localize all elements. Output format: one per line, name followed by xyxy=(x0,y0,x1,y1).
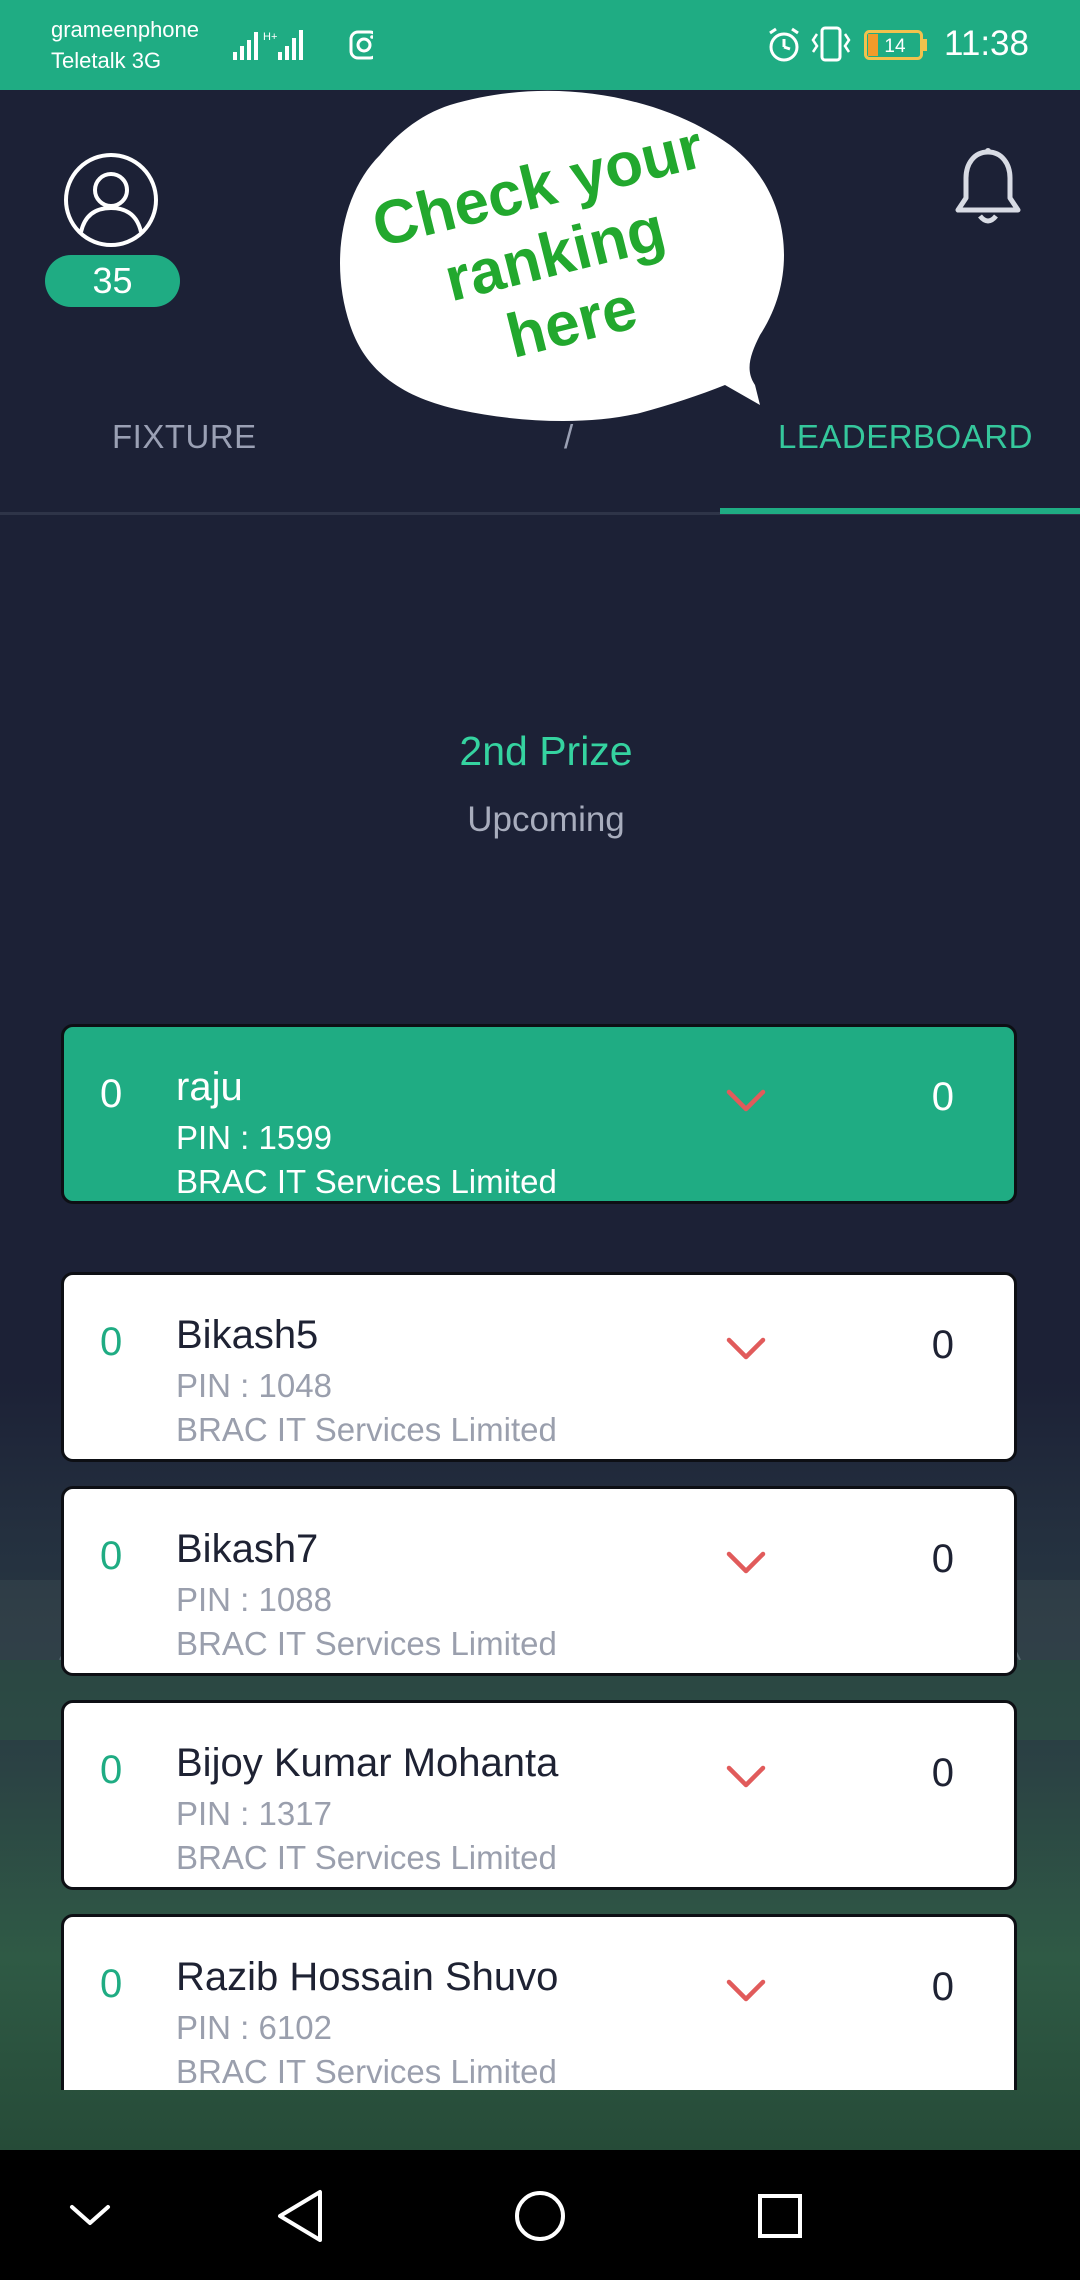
row-name: Bikash7 xyxy=(176,1527,319,1571)
row-name: raju xyxy=(176,1065,243,1109)
tab-leaderboard[interactable]: LEADERBOARD xyxy=(778,418,1033,456)
row-name: Bikash5 xyxy=(176,1313,319,1357)
row-rank: 0 xyxy=(100,1748,123,1792)
avatar-icon[interactable] xyxy=(63,152,159,248)
bell-icon[interactable] xyxy=(950,146,1026,230)
nav-collapse-icon[interactable] xyxy=(30,2150,150,2280)
leaderboard-row[interactable]: 0 Razib Hossain Shuvo PIN : 6102 BRAC IT… xyxy=(61,1914,1017,2090)
prize-status: Upcoming xyxy=(467,800,625,839)
signal-icon: H+ xyxy=(233,30,373,60)
leaderboard-row[interactable]: 0 Bijoy Kumar Mohanta PIN : 1317 BRAC IT… xyxy=(61,1700,1017,1890)
prize-title: 2nd Prize xyxy=(459,728,633,774)
row-rank: 0 xyxy=(100,1072,123,1116)
system-nav-bar xyxy=(0,2150,1080,2280)
recents-icon[interactable] xyxy=(720,2150,840,2280)
leaderboard-row[interactable]: 0 Bikash5 PIN : 1048 BRAC IT Services Li… xyxy=(61,1272,1017,1462)
chevron-down-icon xyxy=(726,1089,766,1112)
svg-text:H+: H+ xyxy=(263,31,277,43)
tab-indicator xyxy=(720,508,1080,514)
row-rank: 0 xyxy=(100,1320,123,1364)
back-icon[interactable] xyxy=(240,2150,360,2280)
row-org: BRAC IT Services Limited xyxy=(176,1625,557,1662)
row-score: 0 xyxy=(931,1075,954,1119)
row-org: BRAC IT Services Limited xyxy=(176,1839,557,1876)
leaderboard-list[interactable]: 0 raju PIN : 1599 BRAC IT Services Limit… xyxy=(0,1010,1080,2090)
row-name: Razib Hossain Shuvo xyxy=(176,1955,559,1999)
row-org: BRAC IT Services Limited xyxy=(176,2053,557,2090)
status-bar: grameenphone Teletalk 3G H+ 14 11:38 xyxy=(0,0,1080,90)
points-badge: 35 xyxy=(45,255,180,307)
carrier-info: grameenphone Teletalk 3G xyxy=(51,14,199,76)
vibrate-icon xyxy=(811,26,851,62)
clock: 11:38 xyxy=(944,24,1029,63)
row-score: 0 xyxy=(931,1537,954,1581)
battery-icon: 14 xyxy=(864,30,927,60)
carrier-1: grameenphone xyxy=(51,17,200,42)
row-rank: 0 xyxy=(100,1534,123,1578)
row-score: 0 xyxy=(931,1751,954,1795)
leaderboard-row-current-user[interactable]: 0 raju PIN : 1599 BRAC IT Services Limit… xyxy=(61,1024,1017,1204)
chevron-down-icon xyxy=(726,1337,766,1360)
row-name: Bijoy Kumar Mohanta xyxy=(176,1741,559,1785)
row-score: 0 xyxy=(931,1965,954,2009)
row-pin: PIN : 6102 xyxy=(176,2009,332,2046)
row-rank: 0 xyxy=(100,1962,123,2006)
row-pin: PIN : 1048 xyxy=(176,1367,332,1404)
row-pin: PIN : 1088 xyxy=(176,1581,332,1618)
carrier-2: Teletalk 3G xyxy=(51,48,162,73)
home-icon[interactable] xyxy=(480,2150,600,2280)
row-pin: PIN : 1317 xyxy=(176,1795,332,1832)
row-org: BRAC IT Services Limited xyxy=(176,1411,557,1448)
chevron-down-icon xyxy=(726,1551,766,1574)
row-org: BRAC IT Services Limited xyxy=(176,1163,557,1200)
battery-level: 14 xyxy=(884,36,906,57)
alarm-icon xyxy=(769,27,799,62)
row-pin: PIN : 1599 xyxy=(176,1119,332,1156)
row-score: 0 xyxy=(931,1323,954,1367)
leaderboard-row[interactable]: 0 Bikash7 PIN : 1088 BRAC IT Services Li… xyxy=(61,1486,1017,1676)
tab-fixture[interactable]: FIXTURE xyxy=(112,418,257,456)
chevron-down-icon xyxy=(726,1979,766,2002)
chevron-down-icon xyxy=(726,1765,766,1788)
